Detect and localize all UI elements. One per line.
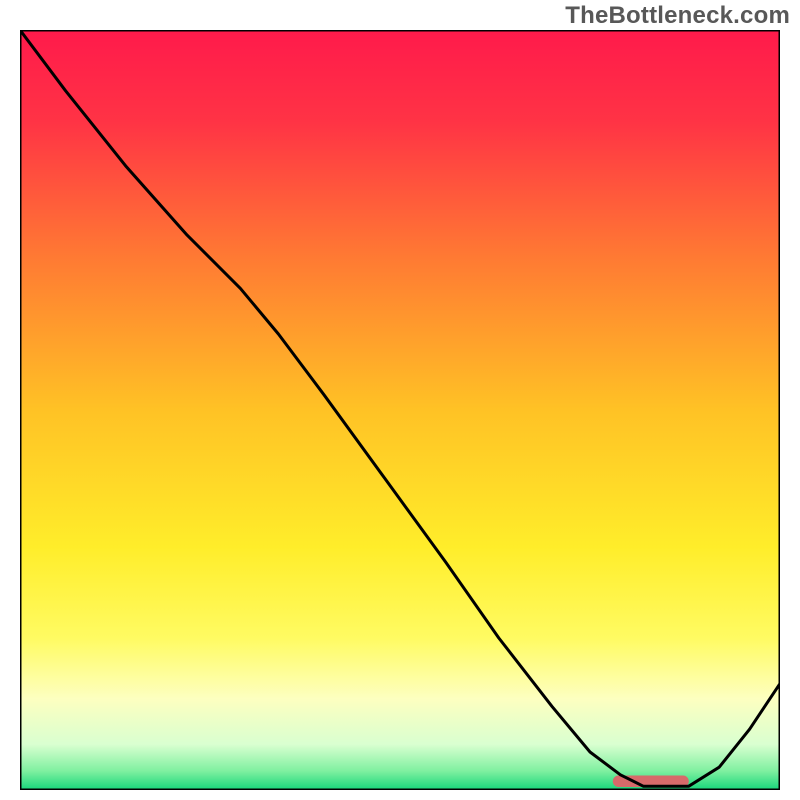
chart-plot: [20, 30, 780, 790]
chart-stage: TheBottleneck.com: [0, 0, 800, 800]
chart-svg: [20, 30, 780, 790]
watermark-label: TheBottleneck.com: [565, 2, 790, 30]
chart-background: [20, 30, 780, 790]
